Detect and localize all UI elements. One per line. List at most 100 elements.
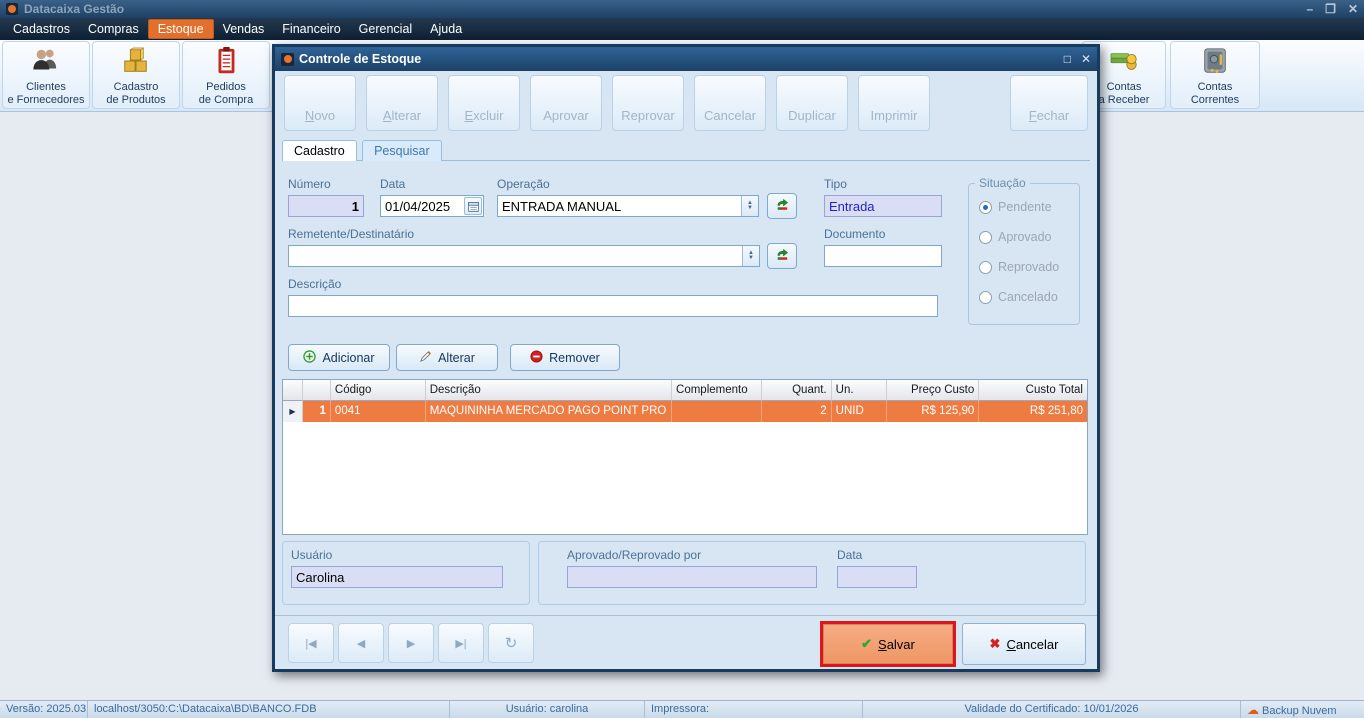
radio-selected-icon (979, 201, 992, 214)
alterar-button[interactable]: Alterar (366, 75, 438, 131)
situacao-group: Situação Pendente Aprovado Reprovado Can… (968, 183, 1080, 325)
situacao-label: Situação (975, 176, 1030, 190)
excluir-button[interactable]: Excluir (448, 75, 520, 131)
tipo-field[interactable]: Entrada (824, 195, 942, 217)
descricao-field[interactable] (288, 295, 938, 317)
menu-item-financeiro[interactable]: Financeiro (273, 20, 349, 38)
radio-icon (979, 231, 992, 244)
remetente-label: Remetente/Destinatário (288, 227, 414, 241)
grid-header-preco[interactable]: Preço Custo (887, 380, 980, 401)
toolbar-button-contas-correntes[interactable]: Contas Correntes (1170, 41, 1260, 109)
status-bar: Versão: 2025.03.18 localhost/3050:C:\Dat… (0, 700, 1364, 718)
radio-cancelado[interactable]: Cancelado (979, 290, 1058, 304)
toolbar-button-pedidos[interactable]: Pedidos de Compra (182, 41, 270, 109)
dialog-close-icon[interactable]: ✕ (1081, 52, 1091, 66)
usuario-group: Usuário Carolina (282, 541, 530, 605)
salvar-button[interactable]: ✔ Salvar (823, 624, 953, 664)
data-field[interactable]: 01/04/2025 (380, 195, 484, 217)
cancelar-button[interactable]: ✖ Cancelar (962, 623, 1086, 665)
operacao-lookup-button[interactable] (767, 193, 797, 219)
descricao-label: Descrição (288, 277, 341, 291)
imprimir-button[interactable]: Imprimir (858, 75, 930, 131)
toolbar-button-produtos[interactable]: Cadastro de Produtos (92, 41, 180, 109)
nav-next-icon[interactable]: ▶ (388, 623, 434, 663)
table-row-selected[interactable]: ▶ 1 0041 MAQUININHA MERCADO PAGO POINT P… (283, 401, 1087, 422)
tab-cadastro[interactable]: Cadastro (282, 140, 357, 161)
aprovado-por-label: Aprovado/Reprovado por (567, 548, 701, 562)
dialog-maximize-icon[interactable]: □ (1064, 52, 1071, 66)
grid-header-descricao[interactable]: Descrição (426, 380, 672, 401)
menu-item-estoque[interactable]: Estoque (148, 19, 214, 39)
tab-pesquisar[interactable]: Pesquisar (362, 140, 442, 161)
remove-icon (530, 350, 543, 366)
novo-button[interactable]: Novo (284, 75, 356, 131)
menu-item-gerencial[interactable]: Gerencial (350, 20, 422, 38)
menu-item-compras[interactable]: Compras (79, 20, 148, 38)
remover-button[interactable]: Remover (510, 344, 620, 371)
edit-icon (419, 350, 432, 366)
menu-bar: Cadastros Compras Estoque Vendas Finance… (0, 18, 1364, 40)
data-label: Data (380, 177, 405, 191)
spinner-icon[interactable]: ▲▼ (741, 196, 758, 216)
grid-header-codigo[interactable]: Código (331, 380, 426, 401)
items-grid: Código Descrição Complemento Quant. Un. … (282, 379, 1088, 535)
grid-header-num[interactable] (303, 380, 331, 401)
nav-first-icon[interactable]: |◀ (288, 623, 334, 663)
window-title: Datacaixa Gestão (24, 2, 124, 16)
aprovacao-data-label: Data (837, 548, 862, 562)
menu-item-ajuda[interactable]: Ajuda (421, 20, 471, 38)
grid-header-complemento[interactable]: Complemento (672, 380, 762, 401)
cancelar-toolbar-button[interactable]: Cancelar (694, 75, 766, 131)
window-titlebar: Datacaixa Gestão – ❐ ✕ (0, 0, 1364, 18)
lookup-icon (775, 247, 790, 265)
aprovacao-group: Aprovado/Reprovado por Data (538, 541, 1086, 605)
nav-last-icon[interactable]: ▶| (438, 623, 484, 663)
numero-label: Número (288, 177, 331, 191)
duplicar-button[interactable]: Duplicar (776, 75, 848, 131)
nav-prev-icon[interactable]: ◀ (338, 623, 384, 663)
documento-label: Documento (824, 227, 885, 241)
money-icon (1109, 46, 1139, 79)
grid-header-total[interactable]: Custo Total (979, 380, 1087, 401)
dialog-titlebar: Controle de Estoque □ ✕ (275, 47, 1097, 71)
restore-icon[interactable]: ❐ (1325, 2, 1336, 16)
radio-reprovado[interactable]: Reprovado (979, 260, 1059, 274)
clipboard-icon (211, 46, 241, 79)
radio-pendente[interactable]: Pendente (979, 200, 1052, 214)
status-backup[interactable]: ☁Backup Nuvem (1241, 701, 1364, 718)
status-version: Versão: 2025.03.18 (0, 701, 88, 718)
dialog-title: Controle de Estoque (299, 52, 421, 66)
app-icon (6, 3, 18, 15)
tab-bar: Cadastro Pesquisar (282, 140, 1090, 161)
minimize-icon[interactable]: – (1306, 2, 1313, 16)
numero-field[interactable]: 1 (288, 195, 364, 217)
menu-item-cadastros[interactable]: Cadastros (4, 20, 79, 38)
salvar-highlight-box: ✔ Salvar (820, 621, 956, 667)
operacao-combo[interactable]: ENTRADA MANUAL ▲▼ (497, 195, 759, 217)
nav-refresh-icon[interactable]: ↻ (488, 623, 534, 663)
spinner-icon[interactable]: ▲▼ (742, 246, 759, 266)
alterar-item-button[interactable]: Alterar (396, 344, 498, 371)
calendar-icon[interactable] (464, 197, 482, 215)
fechar-button[interactable]: Fechar (1010, 75, 1088, 131)
operacao-label: Operação (497, 177, 550, 191)
radio-aprovado[interactable]: Aprovado (979, 230, 1052, 244)
status-printer: Impressora: (645, 701, 863, 718)
toolbar-button-clientes[interactable]: Clientes e Fornecedores (2, 41, 90, 109)
footer-divider (275, 615, 1097, 616)
grid-header-row: Código Descrição Complemento Quant. Un. … (283, 380, 1087, 401)
close-icon[interactable]: ✕ (1348, 2, 1358, 16)
grid-header-un[interactable]: Un. (832, 380, 887, 401)
remetente-combo[interactable]: ▲▼ (288, 245, 760, 267)
usuario-label: Usuário (291, 548, 332, 562)
aprovar-button[interactable]: Aprovar (530, 75, 602, 131)
adicionar-button[interactable]: Adicionar (288, 344, 390, 371)
reprovar-button[interactable]: Reprovar (612, 75, 684, 131)
documento-field[interactable] (824, 245, 942, 267)
remetente-lookup-button[interactable] (767, 243, 797, 269)
status-user: Usuário: carolina (450, 701, 645, 718)
row-marker-icon: ▶ (283, 401, 303, 422)
menu-item-vendas[interactable]: Vendas (214, 20, 274, 38)
grid-header-quant[interactable]: Quant. (762, 380, 832, 401)
boxes-icon (121, 46, 151, 79)
